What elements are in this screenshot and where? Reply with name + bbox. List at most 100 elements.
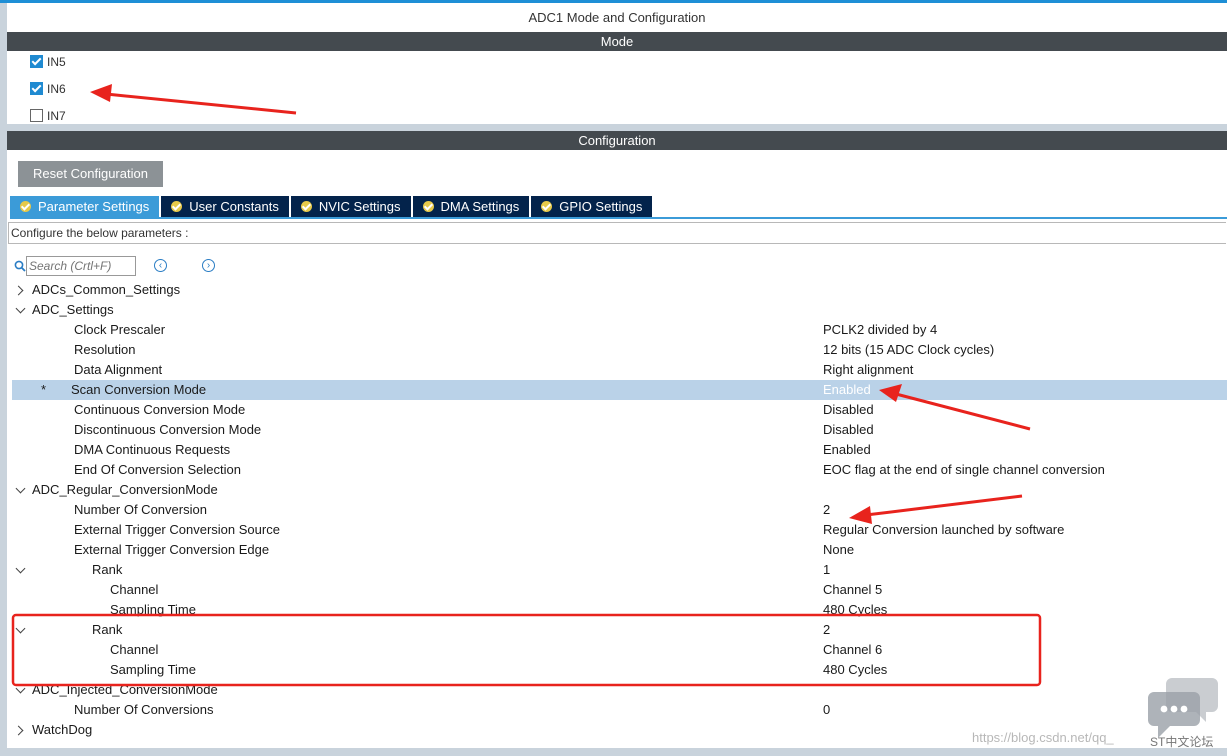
- tree-label: ADC_Settings: [32, 302, 114, 317]
- tree-group-adc-injected-conversionmode[interactable]: ADC_Injected_ConversionMode: [12, 680, 1227, 700]
- window-title: ADC1 Mode and Configuration: [528, 10, 706, 25]
- channel-in7[interactable]: IN7: [30, 106, 66, 126]
- in7-label: IN7: [47, 109, 66, 123]
- check-circle-icon: [171, 201, 183, 212]
- param-value[interactable]: Channel 5: [823, 580, 882, 600]
- chevron-down-icon[interactable]: [14, 680, 28, 700]
- mode-panel: [7, 51, 1227, 124]
- param-value[interactable]: EOC flag at the end of single channel co…: [823, 460, 1105, 480]
- param-value[interactable]: PCLK2 divided by 4: [823, 320, 937, 340]
- tab-user-constants[interactable]: User Constants: [161, 196, 289, 217]
- param-label: Rank: [92, 562, 123, 577]
- channel-in5[interactable]: IN5: [30, 52, 66, 72]
- param-value[interactable]: Disabled: [823, 420, 874, 440]
- tree-label: ADC_Injected_ConversionMode: [32, 682, 218, 697]
- param-row[interactable]: Resolution 12 bits (15 ADC Clock cycles): [12, 340, 1227, 360]
- tab-label: Parameter Settings: [38, 199, 150, 214]
- param-label: Sampling Time: [110, 602, 196, 617]
- mode-header: Mode: [7, 32, 1227, 51]
- param-value[interactable]: Enabled: [823, 440, 871, 460]
- in6-checkbox[interactable]: [30, 82, 43, 96]
- param-label: DMA Continuous Requests: [74, 442, 231, 457]
- param-label: External Trigger Conversion Edge: [74, 542, 270, 557]
- chevron-down-icon[interactable]: [14, 620, 28, 640]
- param-row[interactable]: Discontinuous Conversion Mode Disabled: [12, 420, 1227, 440]
- param-row[interactable]: Clock Prescaler PCLK2 divided by 4: [12, 320, 1227, 340]
- param-value[interactable]: Enabled: [823, 380, 871, 400]
- param-label: Channel: [110, 582, 159, 597]
- chevron-down-icon[interactable]: [14, 300, 28, 320]
- param-label: Continuous Conversion Mode: [74, 402, 246, 417]
- param-value[interactable]: Right alignment: [823, 360, 913, 380]
- param-row[interactable]: Number Of Conversion 2: [12, 500, 1227, 520]
- param-row[interactable]: DMA Continuous Requests Enabled: [12, 440, 1227, 460]
- check-circle-icon: [20, 201, 31, 212]
- param-value[interactable]: 1: [823, 560, 830, 580]
- param-value[interactable]: 0: [823, 700, 830, 720]
- search-previous-icon[interactable]: ‹: [154, 259, 167, 272]
- search-next-icon[interactable]: ›: [202, 259, 215, 272]
- tab-bar: Parameter Settings User Constants NVIC S…: [10, 196, 654, 217]
- tree-group-rank-1[interactable]: Rank 1: [12, 560, 1227, 580]
- param-row[interactable]: Continuous Conversion Mode Disabled: [12, 400, 1227, 420]
- chevron-down-icon[interactable]: [14, 560, 28, 580]
- tab-nvic-settings[interactable]: NVIC Settings: [290, 196, 411, 217]
- search-input[interactable]: [26, 256, 136, 276]
- chevron-right-icon[interactable]: [14, 720, 28, 740]
- param-row[interactable]: External Trigger Conversion Source Regula…: [12, 520, 1227, 540]
- param-value[interactable]: Regular Conversion launched by software: [823, 520, 1064, 540]
- tree-label: ADCs_Common_Settings: [32, 282, 181, 297]
- check-circle-icon: [300, 201, 312, 212]
- param-value[interactable]: 480 Cycles: [823, 660, 887, 680]
- param-value[interactable]: Channel 6: [823, 640, 882, 660]
- channel-in6[interactable]: IN6: [30, 79, 66, 99]
- param-row[interactable]: Data Alignment Right alignment: [12, 360, 1227, 380]
- param-row[interactable]: Sampling Time 480 Cycles: [12, 600, 1227, 620]
- bottom-scroll-area[interactable]: [7, 748, 1227, 756]
- param-row[interactable]: End Of Conversion Selection EOC flag at t…: [12, 460, 1227, 480]
- param-value[interactable]: Disabled: [823, 400, 874, 420]
- param-label: Number Of Conversion: [74, 502, 207, 517]
- param-row-selected[interactable]: * Scan Conversion Mode Enabled: [12, 380, 1227, 400]
- param-row[interactable]: Channel Channel 5: [12, 580, 1227, 600]
- left-rail: [0, 3, 7, 756]
- param-value[interactable]: 480 Cycles: [823, 600, 887, 620]
- tab-label: NVIC Settings: [318, 199, 401, 214]
- configuration-header: Configuration: [7, 131, 1227, 150]
- param-value[interactable]: 2: [823, 500, 830, 520]
- tab-underline: [10, 217, 1227, 219]
- param-row[interactable]: Sampling Time 480 Cycles: [12, 660, 1227, 680]
- param-label: End Of Conversion Selection: [74, 462, 241, 477]
- param-row[interactable]: Number Of Conversions 0: [12, 700, 1227, 720]
- tab-parameter-settings[interactable]: Parameter Settings: [10, 196, 160, 217]
- param-value[interactable]: 2: [823, 620, 830, 640]
- param-label: Clock Prescaler: [74, 322, 166, 337]
- param-value[interactable]: 12 bits (15 ADC Clock cycles): [823, 340, 994, 360]
- chevron-down-icon[interactable]: [14, 480, 28, 500]
- in5-checkbox[interactable]: [30, 55, 43, 69]
- param-label: Channel: [110, 642, 159, 657]
- param-row[interactable]: External Trigger Conversion Edge None: [12, 540, 1227, 560]
- tree-label: WatchDog: [32, 722, 93, 737]
- watermark-label: ST中文论坛: [1150, 735, 1214, 749]
- param-label: Sampling Time: [110, 662, 196, 677]
- tree-group-adc-settings[interactable]: ADC_Settings: [12, 300, 1227, 320]
- tab-label: DMA Settings: [440, 199, 520, 214]
- modified-marker: *: [41, 382, 47, 397]
- reset-configuration-button[interactable]: Reset Configuration: [18, 161, 163, 187]
- chevron-right-icon[interactable]: [14, 280, 28, 300]
- tab-label: GPIO Settings: [559, 199, 643, 214]
- param-label: Discontinuous Conversion Mode: [74, 422, 262, 437]
- search-icon: [14, 260, 26, 272]
- tree-group-adc-regular-conversionmode[interactable]: ADC_Regular_ConversionMode: [12, 480, 1227, 500]
- param-label: Resolution: [74, 342, 136, 357]
- param-label: External Trigger Conversion Source: [74, 522, 280, 537]
- param-value[interactable]: None: [823, 540, 854, 560]
- in7-checkbox[interactable]: [30, 109, 43, 123]
- tree-group-adcs-common-settings[interactable]: ADCs_Common_Settings: [12, 280, 1227, 300]
- param-row[interactable]: Channel Channel 6: [12, 640, 1227, 660]
- tab-dma-settings[interactable]: DMA Settings: [412, 196, 530, 217]
- splitter[interactable]: [7, 124, 1227, 131]
- tree-group-rank-2[interactable]: Rank 2: [12, 620, 1227, 640]
- tab-gpio-settings[interactable]: GPIO Settings: [531, 196, 653, 217]
